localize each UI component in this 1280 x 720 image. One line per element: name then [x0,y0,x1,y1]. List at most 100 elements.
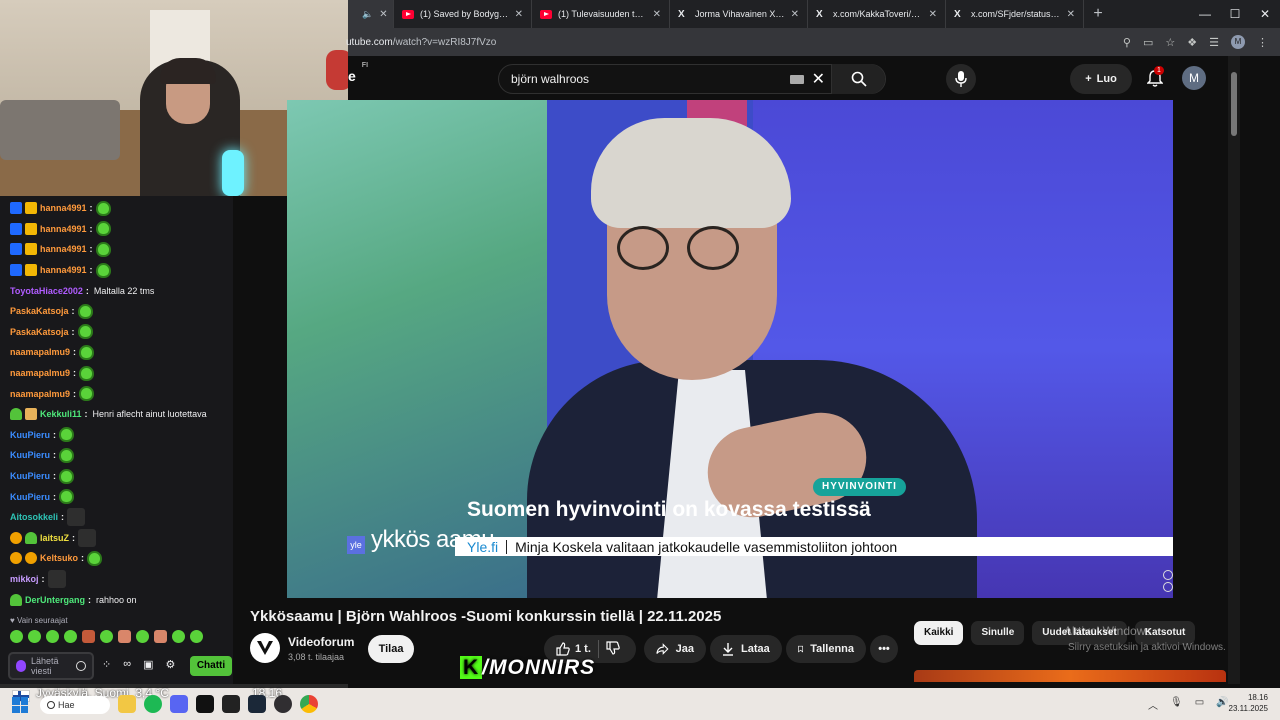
account-avatar[interactable]: M [1182,66,1206,90]
download-button[interactable]: Lataa [710,635,782,663]
chat-input[interactable]: Lähetä viesti [8,652,94,680]
mic-icon[interactable] [16,660,26,672]
more-actions-button[interactable]: ••• [870,635,898,663]
channel-name[interactable]: Videoforum [288,635,354,649]
mic-tray-icon[interactable]: 🎙 [1170,697,1183,712]
dislike-button[interactable] [606,640,620,658]
chat-username[interactable]: hanna4991 [40,203,87,213]
close-icon[interactable]: ✕ [929,9,937,20]
tab-active[interactable]: m 🔈 ✕ [348,0,394,28]
like-button[interactable]: 1 t. [556,642,591,656]
menu-icon[interactable]: ⋮ [1257,36,1268,49]
emote-icon[interactable] [64,630,77,643]
emote-icon[interactable] [154,630,167,643]
url-text[interactable]: utube.com/watch?v=wzRI8J7fVzo [346,37,496,48]
tab[interactable]: X x.com/SFjder/status/1990 ✕ [946,0,1084,28]
clear-search-icon[interactable]: ✕ [812,69,825,89]
voice-search-button[interactable] [946,64,976,94]
chat-username[interactable]: ToyotaHiace2002 [10,286,83,296]
chat-username[interactable]: PaskaKatsoja [10,327,69,337]
volume-icon[interactable]: 🔊 [1216,697,1228,712]
tab[interactable]: (1) Saved by Bodyguards ✕ [394,0,532,28]
chip-all[interactable]: Kaikki [914,621,964,645]
related-video-thumbnail[interactable] [914,670,1226,682]
close-icon[interactable]: ✕ [379,9,387,20]
keyboard-icon[interactable] [789,74,804,84]
chat-username[interactable]: Kekkuli11 [40,409,82,419]
maximize-icon[interactable]: ☐ [1220,7,1250,21]
scrollbar-thumb[interactable] [1231,72,1237,136]
youtube-logo[interactable]: e FI [348,62,368,84]
emote-icon[interactable] [136,630,149,643]
create-button[interactable]: + Luo [1070,64,1132,94]
obs-icon[interactable] [274,695,292,713]
emote-icon[interactable] [10,630,23,643]
chat-username[interactable]: PaskaKatsoja [10,306,69,316]
chat-username[interactable]: naamapalmu9 [10,368,70,378]
network-icon[interactable]: ▭ [1195,697,1204,712]
close-icon[interactable]: ✕ [791,9,799,20]
page-scrollbar[interactable] [1228,56,1240,684]
cast-icon[interactable]: ▭ [1143,36,1153,49]
info-icon[interactable] [1163,582,1173,592]
notion-icon[interactable] [222,695,240,713]
emote-icon[interactable] [28,630,41,643]
emote-icon[interactable] [118,630,131,643]
close-window-icon[interactable]: ✕ [1250,7,1280,21]
emote-icon[interactable] [46,630,59,643]
settings-icon[interactable]: ⚙ [165,658,175,671]
chat-username[interactable]: KuuPieru [10,471,50,481]
chrome-icon[interactable] [300,695,318,713]
chat-username[interactable]: naamapalmu9 [10,389,70,399]
emote-icon[interactable] [172,630,185,643]
store-icon[interactable]: ▣ [143,658,153,671]
chat-username[interactable]: naamapalmu9 [10,347,70,357]
info-icon[interactable] [1163,570,1173,580]
channel-avatar[interactable] [250,633,280,663]
emoji-icon[interactable] [76,661,86,671]
chat-username[interactable]: hanna4991 [40,244,87,254]
chat-username[interactable]: mikkoj [10,574,39,584]
chat-send-button[interactable]: Chatti [190,656,232,676]
taskbar-clock[interactable]: 18.16 23.11.2025 [1228,692,1268,714]
emote-icon[interactable] [190,630,203,643]
chat-username[interactable]: hanna4991 [40,265,87,275]
close-icon[interactable]: ✕ [1067,9,1075,20]
tab[interactable]: X x.com/KakkaToveri/status ✕ [808,0,946,28]
share-button[interactable]: Jaa [644,635,706,663]
close-icon[interactable]: ✕ [653,9,661,20]
extensions-icon[interactable]: ❖ [1187,36,1197,49]
address-bar[interactable]: utube.com/watch?v=wzRI8J7fVzo ⚲ ▭ ☆ ❖ ☰ … [346,28,1280,56]
chat-username[interactable]: hanna4991 [40,224,87,234]
media-icon[interactable]: ☰ [1209,36,1219,49]
steam-icon[interactable] [248,695,266,713]
profile-icon[interactable]: M [1231,35,1245,49]
discord-icon[interactable] [170,695,188,713]
chat-username[interactable]: laitsuZ [40,533,69,543]
chat-username[interactable]: DerUntergang [25,595,85,605]
points-icon[interactable]: ⁘ [102,658,111,671]
taskbar-search[interactable]: Hae [40,696,110,714]
speaker-icon[interactable]: 🔈 [362,9,373,20]
chat-username[interactable]: Aitosokkeli [10,512,58,522]
subscribe-button[interactable]: Tilaa [368,635,414,663]
tab[interactable]: (1) Tulevaisuuden tavoite ✕ [532,0,670,28]
search-input[interactable]: björn walhroos [511,72,790,86]
chat-username[interactable]: KuuPieru [10,450,50,460]
search-box[interactable]: björn walhroos ✕ [498,64,886,94]
x-app-icon[interactable] [196,695,214,713]
chip-for-you[interactable]: Sinulle [971,621,1025,645]
save-button[interactable]: Tallenna [786,635,866,663]
close-icon[interactable]: ✕ [515,9,523,20]
notifications-button[interactable]: 1 [1142,66,1168,92]
spotify-icon[interactable] [144,695,162,713]
minimize-icon[interactable]: — [1190,7,1220,21]
chat-username[interactable]: KuuPieru [10,430,50,440]
search-button[interactable] [831,64,885,94]
chat-username[interactable]: KuuPieru [10,492,50,502]
chat-username[interactable]: Keltsuko [40,553,78,563]
emote-icon[interactable] [100,630,113,643]
video-player[interactable]: HYVINVOINTI Suomen hyvinvointi on kovass… [287,100,1173,598]
zoom-icon[interactable]: ⚲ [1123,36,1131,49]
emote-icon[interactable] [82,630,95,643]
